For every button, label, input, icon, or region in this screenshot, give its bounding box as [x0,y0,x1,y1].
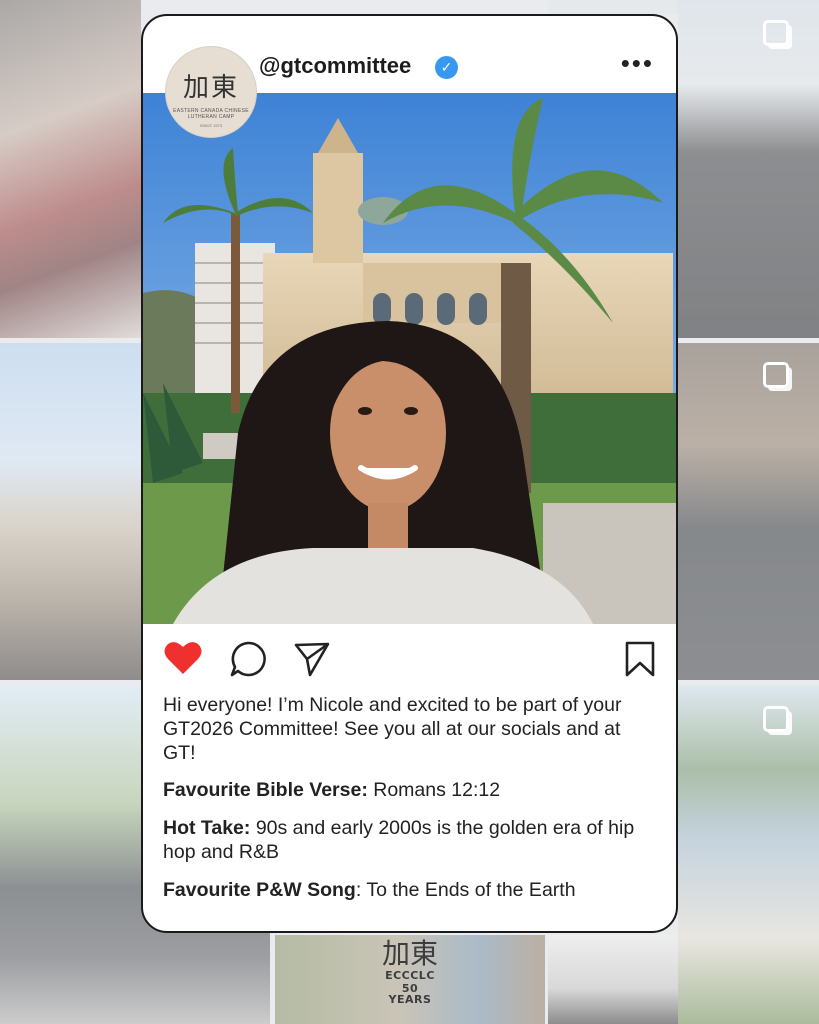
background-photo-people [548,935,678,1024]
background-photo-tea [678,343,819,680]
background-logo-years: 50 YEARS [388,982,432,1006]
multi-photo-icon [763,362,789,388]
fact-label: Favourite Bible Verse: [163,779,368,801]
avatar[interactable]: 加東 EASTERN CANADA CHINESE LUTHERAN CAMP … [165,46,257,138]
heart-icon[interactable] [163,640,203,681]
caption-intro: Hi everyone! I’m Nicole and excited to b… [163,694,622,764]
background-photo-friends-selfie [0,0,141,338]
background-photo-hoodie [678,0,819,338]
fact-value: Romans 12:12 [367,779,501,801]
background-logo-name: ECCCLC [385,969,435,982]
fact-bible-verse: Favourite Bible Verse: Romans 12:12 [163,778,653,802]
verified-badge-icon: ✓ [435,56,458,79]
bookmark-icon[interactable] [623,640,657,683]
multi-photo-icon [763,706,789,732]
multi-photo-icon [763,20,789,46]
more-options-icon[interactable]: ••• [621,50,654,76]
action-bar [143,636,676,686]
send-icon[interactable] [293,640,331,683]
background-photo-lake [678,685,819,1024]
comment-icon[interactable] [229,640,267,683]
avatar-logo-tagline: EASTERN CANADA CHINESE LUTHERAN CAMP [173,108,249,120]
avatar-logo-since: SINCE 1973 [199,123,223,128]
profile-photo [143,93,676,624]
fact-label: Hot Take: [163,817,251,839]
background-logo-cjk: 加東 [381,937,438,970]
avatar-logo-cjk: 加東 [182,73,239,103]
fact-label: Favourite P&W Song [163,879,356,901]
background-photo-top-strip-1 [275,0,545,14]
background-logo: 加東 ECCCLC 50 YEARS [380,937,440,1006]
fact-hot-take: Hot Take: 90s and early 2000s is the gol… [163,816,653,864]
post-header: 加東 EASTERN CANADA CHINESE LUTHERAN CAMP … [143,16,676,138]
post-caption: Hi everyone! I’m Nicole and excited to b… [163,693,653,916]
post-photo[interactable] [143,93,676,624]
background-photo-building [0,343,141,680]
username[interactable]: @gtcommittee [259,53,411,79]
fact-value: : To the Ends of the Earth [355,879,576,901]
post-card: 加東 EASTERN CANADA CHINESE LUTHERAN CAMP … [141,14,678,933]
fact-pw-song: Favourite P&W Song: To the Ends of the E… [163,878,653,902]
